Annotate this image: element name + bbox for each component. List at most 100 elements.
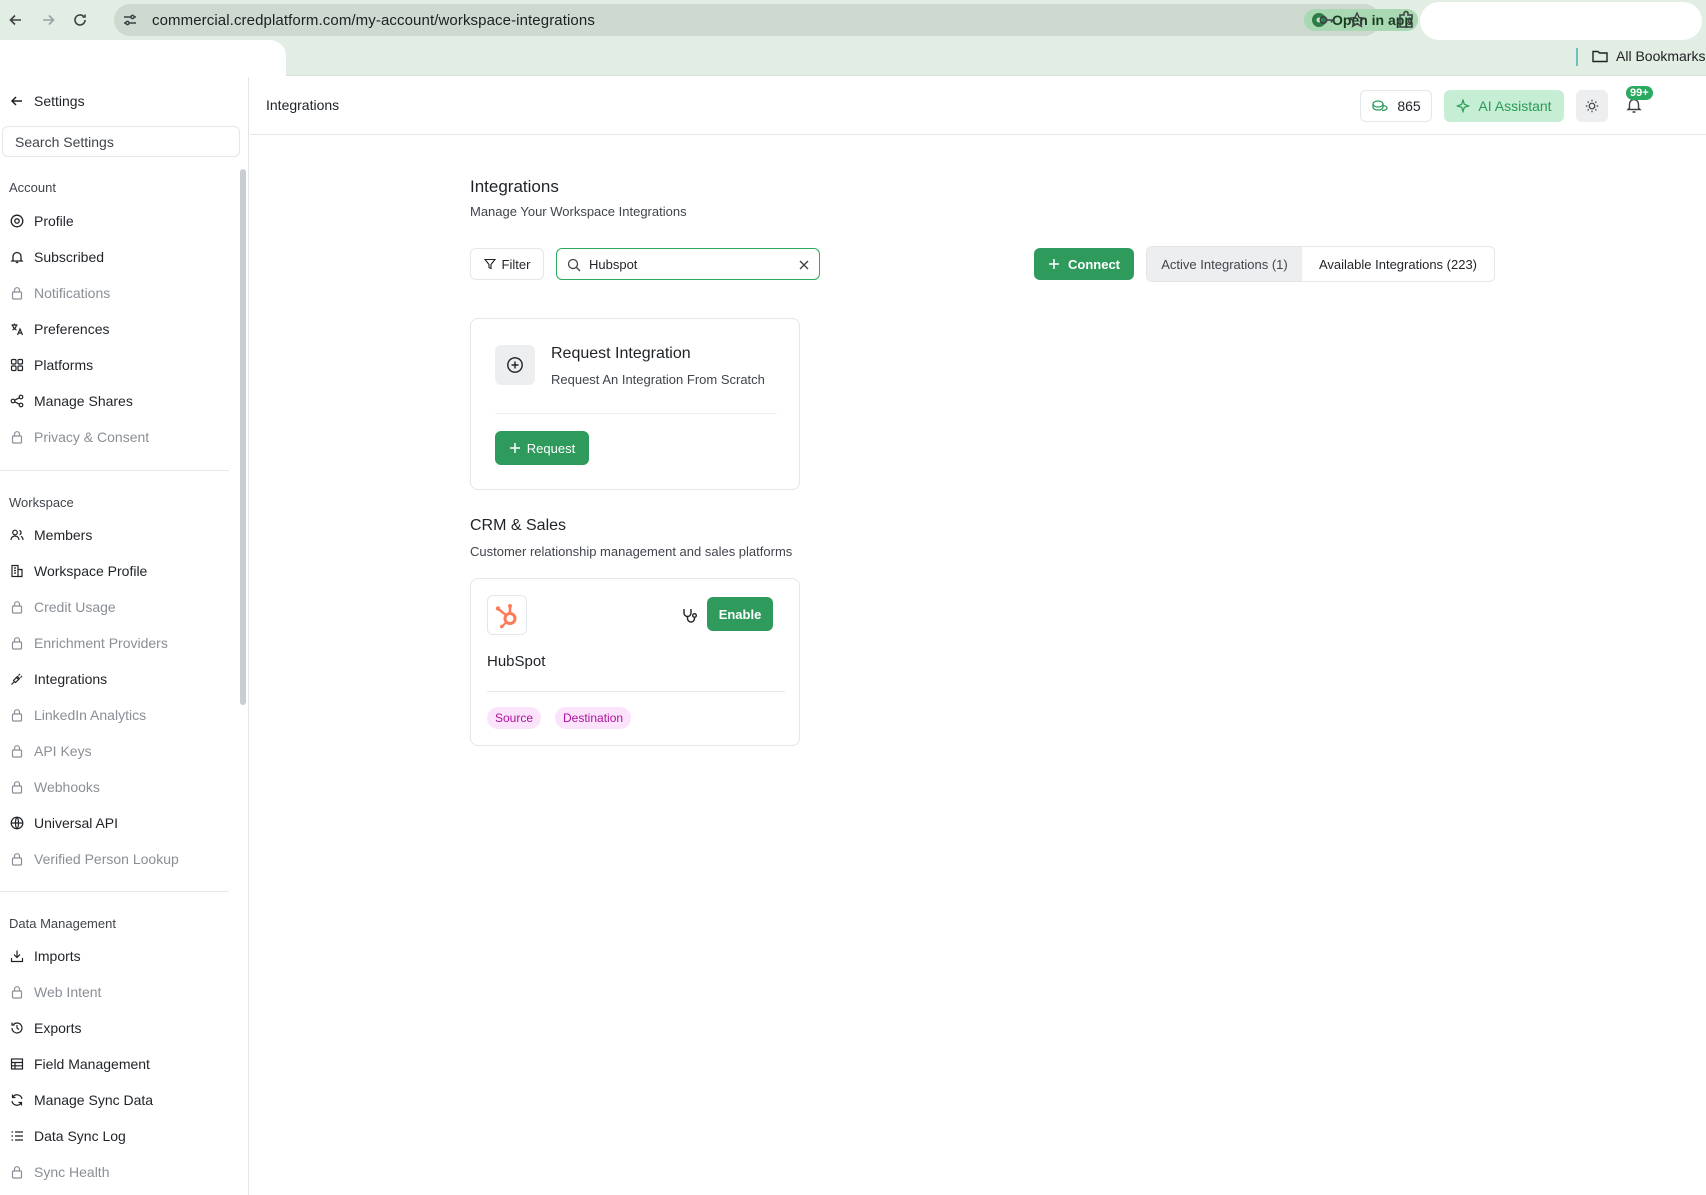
coins-icon: [1371, 99, 1389, 113]
card-divider: [487, 691, 785, 692]
header-title: Integrations: [266, 97, 340, 113]
sidebar-item-workspace-profile[interactable]: Workspace Profile: [10, 560, 230, 582]
filter-label: Filter: [501, 256, 531, 272]
sidebar-item-label: Profile: [34, 213, 74, 229]
all-bookmarks-button[interactable]: All Bookmarks: [1592, 48, 1705, 64]
sidebar-item-profile[interactable]: Profile: [10, 210, 230, 232]
card-divider: [495, 413, 777, 414]
sidebar-item-subscribed[interactable]: Subscribed: [10, 246, 230, 268]
key-icon[interactable]: [1318, 11, 1336, 29]
sidebar-item-label: Credit Usage: [34, 599, 116, 615]
sidebar-item-notifications[interactable]: Notifications: [10, 282, 230, 304]
sidebar-item-label: Enrichment Providers: [34, 635, 168, 651]
sidebar-divider: [0, 891, 229, 892]
settings-label: Settings: [34, 93, 85, 109]
extensions-icon[interactable]: [1396, 9, 1418, 31]
plus-icon: [509, 442, 521, 454]
sidebar-item-label: Data Sync Log: [34, 1128, 126, 1144]
sidebar-item-label: Web Intent: [34, 984, 102, 1000]
sidebar-item-privacy-consent[interactable]: Privacy & Consent: [10, 426, 230, 448]
sidebar-item-label: Exports: [34, 1020, 82, 1036]
sidebar-item-exports[interactable]: Exports: [10, 1017, 230, 1039]
settings-search-input[interactable]: [2, 126, 240, 157]
url-text: commercial.credplatform.com/my-account/w…: [152, 12, 595, 29]
sidebar-item-preferences[interactable]: Preferences: [10, 318, 230, 340]
integration-search-input[interactable]: [589, 254, 789, 274]
section-workspace: Workspace: [9, 495, 74, 510]
ai-assistant-label: AI Assistant: [1478, 98, 1552, 114]
plug-icon: [10, 672, 24, 686]
sidebar-item-label: Preferences: [34, 321, 110, 337]
sidebar-item-credit-usage[interactable]: Credit Usage: [10, 596, 230, 618]
sidebar-item-label: Manage Shares: [34, 393, 133, 409]
building-icon: [10, 564, 24, 578]
address-bar[interactable]: commercial.credplatform.com/my-account/w…: [114, 4, 1418, 36]
credits-counter[interactable]: 865: [1360, 90, 1432, 122]
site-settings-icon[interactable]: [122, 12, 138, 28]
sidebar-item-label: Webhooks: [34, 779, 100, 795]
sidebar-item-web-intent[interactable]: Web Intent: [10, 981, 230, 1003]
theme-toggle-button[interactable]: [1576, 90, 1608, 122]
notification-badge: 99+: [1626, 86, 1653, 100]
request-label: Request: [526, 440, 576, 456]
reload-icon[interactable]: [68, 8, 92, 32]
filter-icon: [483, 258, 496, 270]
sidebar-scrollbar[interactable]: [240, 169, 246, 705]
page-subtitle: Manage Your Workspace Integrations: [470, 204, 687, 219]
sidebar-item-webhooks[interactable]: Webhooks: [10, 776, 230, 798]
lock-icon: [10, 1165, 24, 1179]
sidebar-item-enrichment-providers[interactable]: Enrichment Providers: [10, 632, 230, 654]
browser-tab[interactable]: [0, 40, 286, 76]
lock-icon: [10, 985, 24, 999]
ai-assistant-button[interactable]: AI Assistant: [1444, 90, 1564, 122]
sidebar-item-members[interactable]: Members: [10, 524, 230, 546]
sidebar-item-data-sync-log[interactable]: Data Sync Log: [10, 1125, 230, 1147]
at-icon: [10, 214, 24, 228]
folder-icon: [1592, 49, 1608, 63]
clear-search-icon[interactable]: [797, 258, 811, 272]
sidebar-item-manage-shares[interactable]: Manage Shares: [10, 390, 230, 412]
lock-icon: [10, 430, 24, 444]
filter-button[interactable]: Filter: [470, 248, 544, 280]
health-check-icon[interactable]: [681, 607, 699, 625]
integration-tabs: Active Integrations (1) Available Integr…: [1146, 246, 1495, 282]
section-title: CRM & Sales: [470, 517, 567, 534]
star-icon[interactable]: [1348, 11, 1366, 29]
section-data-management: Data Management: [9, 916, 116, 931]
sidebar-divider: [0, 470, 229, 471]
sparkle-icon: [1456, 99, 1471, 113]
back-to-settings[interactable]: Settings: [10, 93, 85, 109]
share-icon: [10, 394, 24, 408]
tab-available-integrations[interactable]: Available Integrations (223): [1302, 247, 1494, 281]
integration-search[interactable]: [556, 248, 820, 280]
enable-button[interactable]: Enable: [707, 597, 773, 631]
sidebar-item-universal-api[interactable]: Universal API: [10, 812, 230, 834]
back-arrow-icon[interactable]: [4, 8, 28, 32]
profile-area[interactable]: [1420, 2, 1702, 40]
sidebar-item-api-keys[interactable]: API Keys: [10, 740, 230, 762]
page-title: Integrations: [470, 177, 559, 196]
sidebar-item-verified-person-lookup[interactable]: Verified Person Lookup: [10, 848, 230, 870]
sidebar-item-sync-health[interactable]: Sync Health: [10, 1161, 230, 1183]
hubspot-integration-card[interactable]: Enable HubSpot Source Destination: [470, 578, 800, 746]
lock-icon: [10, 286, 24, 300]
connect-button[interactable]: Connect: [1034, 248, 1134, 280]
grid-icon: [10, 358, 24, 372]
sidebar-item-label: Subscribed: [34, 249, 105, 265]
sidebar-item-integrations[interactable]: Integrations: [10, 668, 230, 690]
request-card-title: Request Integration: [551, 345, 691, 362]
hubspot-logo-icon: [487, 595, 527, 635]
tab-active-integrations[interactable]: Active Integrations (1): [1147, 247, 1302, 281]
bookmarks-separator: [1576, 48, 1578, 66]
sidebar-item-label: Workspace Profile: [34, 563, 148, 579]
request-button[interactable]: Request: [495, 431, 589, 465]
sidebar-item-platforms[interactable]: Platforms: [10, 354, 230, 376]
sidebar-item-field-management[interactable]: Field Management: [10, 1053, 230, 1075]
sidebar-item-linkedin-analytics[interactable]: LinkedIn Analytics: [10, 704, 230, 726]
sidebar-item-label: Field Management: [34, 1056, 150, 1072]
sidebar-item-imports[interactable]: Imports: [10, 945, 230, 967]
app-header: Integrations 865 AI Assistant 99+: [250, 77, 1706, 135]
sidebar-item-manage-sync-data[interactable]: Manage Sync Data: [10, 1089, 230, 1111]
main-content: Integrations Manage Your Workspace Integ…: [250, 136, 1706, 1195]
forward-arrow-icon[interactable]: [36, 8, 60, 32]
